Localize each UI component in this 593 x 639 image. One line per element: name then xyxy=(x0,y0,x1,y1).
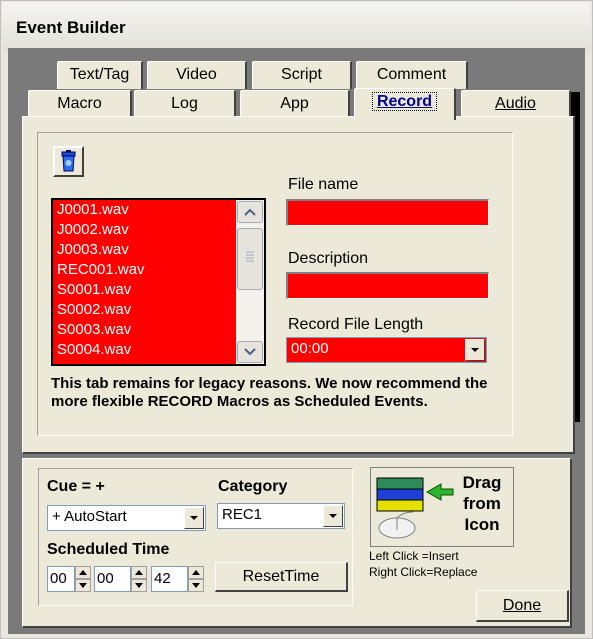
scheduled-time-label: Scheduled Time xyxy=(47,541,170,558)
scroll-up-icon xyxy=(244,208,256,216)
category-label: Category xyxy=(218,478,288,495)
description-label: Description xyxy=(288,250,369,267)
tab-macro[interactable]: Macro xyxy=(28,90,132,118)
file-list-scrollbar[interactable] xyxy=(236,200,264,364)
cue-dropdown-button[interactable] xyxy=(184,507,204,529)
window-title: Event Builder xyxy=(16,18,126,37)
tab-audio-label: Audio xyxy=(495,95,536,112)
list-item[interactable]: J0002.wav xyxy=(53,220,233,240)
record-length-value: 00:00 xyxy=(291,340,329,357)
delete-button[interactable] xyxy=(53,146,84,177)
cue-select[interactable]: + AutoStart xyxy=(47,505,206,531)
dropdown-arrow-icon xyxy=(190,516,198,520)
minutes-spinner[interactable] xyxy=(131,566,147,592)
done-label: Done xyxy=(502,597,542,614)
done-button[interactable]: Done xyxy=(476,590,569,622)
grip-icon xyxy=(246,251,254,262)
title-bar: Event Builder xyxy=(2,2,591,52)
minutes-value: 00 xyxy=(97,570,114,587)
arrow-down-icon xyxy=(192,583,200,588)
list-item[interactable]: REC001.wav xyxy=(53,260,233,280)
scroll-down-button[interactable] xyxy=(237,341,263,363)
arrow-up-icon xyxy=(192,570,200,575)
arrow-up-icon xyxy=(135,570,143,575)
category-select[interactable]: REC1 xyxy=(217,503,345,529)
legacy-note: This tab remains for legacy reasons. We … xyxy=(51,375,488,410)
seconds-field[interactable]: 42 xyxy=(151,566,188,592)
record-length-label: Record File Length xyxy=(288,316,424,333)
cue-label: Cue = + xyxy=(47,478,105,495)
list-item[interactable]: J0003.wav xyxy=(53,240,233,260)
arrow-down-icon xyxy=(135,583,143,588)
scroll-up-button[interactable] xyxy=(237,201,263,223)
drag-source-icon xyxy=(376,477,454,539)
minutes-field[interactable]: 00 xyxy=(94,566,131,592)
drag-from-icon-label: Drag from Icon xyxy=(462,473,502,534)
minutes-up-button[interactable] xyxy=(131,566,147,579)
list-item[interactable]: S0003.wav xyxy=(53,320,233,340)
tab-record[interactable]: Record xyxy=(354,88,456,120)
right-click-hint: Right Click=Replace xyxy=(369,565,478,579)
hours-up-button[interactable] xyxy=(75,566,91,579)
list-item[interactable]: S0001.wav xyxy=(53,280,233,300)
tab-record-label: Record xyxy=(371,92,438,111)
hours-spinner[interactable] xyxy=(75,566,91,592)
scroll-down-icon xyxy=(244,348,256,356)
arrow-down-icon xyxy=(79,583,87,588)
seconds-up-button[interactable] xyxy=(188,566,204,579)
minutes-down-button[interactable] xyxy=(131,579,147,592)
file-name-field[interactable] xyxy=(286,199,489,226)
tab-text-tag[interactable]: Text/Tag xyxy=(57,61,143,89)
left-click-hint: Left Click =Insert xyxy=(369,549,459,563)
file-list-items: J0001.wav J0002.wav J0003.wav REC001.wav… xyxy=(53,200,233,360)
seconds-down-button[interactable] xyxy=(188,579,204,592)
file-list[interactable]: J0001.wav J0002.wav J0003.wav REC001.wav… xyxy=(51,198,266,366)
tab-log[interactable]: Log xyxy=(134,90,236,118)
hours-field[interactable]: 00 xyxy=(47,566,75,592)
seconds-value: 42 xyxy=(154,570,171,587)
category-dropdown-button[interactable] xyxy=(323,505,343,527)
tab-video[interactable]: Video xyxy=(147,61,247,89)
list-item[interactable]: S0002.wav xyxy=(53,300,233,320)
record-length-dropdown-button[interactable] xyxy=(465,339,485,361)
seconds-spinner[interactable] xyxy=(188,566,204,592)
hours-down-button[interactable] xyxy=(75,579,91,592)
arrow-up-icon xyxy=(79,570,87,575)
drag-source[interactable]: Drag from Icon xyxy=(370,467,514,547)
tab-app[interactable]: App xyxy=(240,90,350,118)
record-length-select[interactable]: 00:00 xyxy=(286,337,487,363)
scroll-thumb[interactable] xyxy=(237,228,263,290)
recycle-bin-icon xyxy=(61,150,76,172)
list-item[interactable]: J0001.wav xyxy=(53,200,233,220)
tab-comment[interactable]: Comment xyxy=(356,61,468,89)
list-item[interactable]: S0004.wav xyxy=(53,340,233,360)
dropdown-arrow-icon xyxy=(329,514,337,518)
hours-value: 00 xyxy=(50,570,67,587)
description-field[interactable] xyxy=(286,272,489,299)
reset-time-button[interactable]: ResetTime xyxy=(215,562,348,592)
dropdown-arrow-icon xyxy=(471,348,479,352)
tab-script[interactable]: Script xyxy=(252,61,352,89)
category-value: REC1 xyxy=(222,506,263,523)
cue-value: + AutoStart xyxy=(52,508,127,525)
tab-audio[interactable]: Audio xyxy=(461,90,571,118)
file-name-label: File name xyxy=(288,176,359,193)
